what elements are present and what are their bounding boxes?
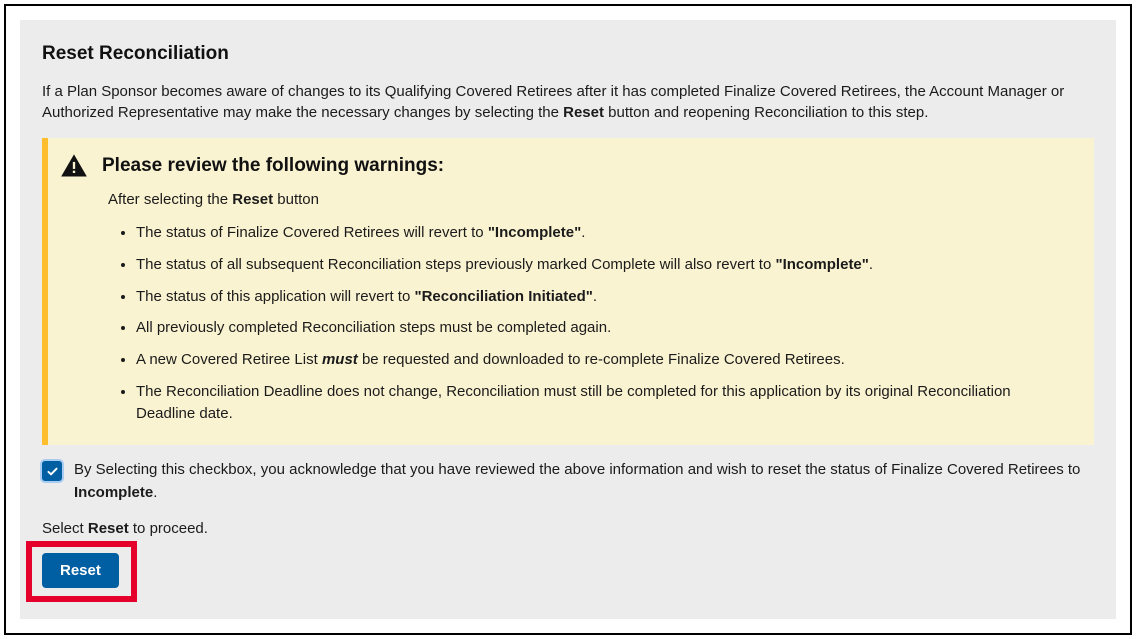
intro-post: button and reopening Reconciliation to t… <box>604 104 928 121</box>
b2-pre: The status of all subsequent Reconciliat… <box>136 256 775 273</box>
acknowledge-label: By Selecting this checkbox, you acknowle… <box>74 459 1094 504</box>
warning-alert: Please review the following warnings: Af… <box>42 138 1094 445</box>
list-item: The Reconciliation Deadline does not cha… <box>136 376 1074 430</box>
b5-pre: A new Covered Retiree List <box>136 351 322 368</box>
b3-post: . <box>593 288 597 305</box>
proceed-pre: Select <box>42 520 88 537</box>
after-pre: After selecting the <box>108 191 232 208</box>
ack-pre: By Selecting this checkbox, you acknowle… <box>74 461 1080 478</box>
list-item: The status of all subsequent Reconciliat… <box>136 249 1074 281</box>
proceed-instruction: Select Reset to proceed. <box>42 518 1094 541</box>
reset-panel: Reset Reconciliation If a Plan Sponsor b… <box>20 20 1116 619</box>
intro-text: If a Plan Sponsor becomes aware of chang… <box>42 81 1094 125</box>
list-item: The status of Finalize Covered Retirees … <box>136 217 1074 249</box>
b1-bold: "Incomplete" <box>488 224 581 241</box>
b4: All previously completed Reconciliation … <box>136 319 611 336</box>
b1-post: . <box>581 224 585 241</box>
alert-after-text: After selecting the Reset button <box>108 189 1074 212</box>
b3-bold: "Reconciliation Initiated" <box>414 288 592 305</box>
section-heading: Reset Reconciliation <box>42 40 1094 69</box>
reset-button-wrap: Reset <box>42 553 119 588</box>
b3-pre: The status of this application will reve… <box>136 288 414 305</box>
list-item: All previously completed Reconciliation … <box>136 312 1074 344</box>
acknowledge-row: By Selecting this checkbox, you acknowle… <box>42 459 1094 504</box>
after-bold: Reset <box>232 191 273 208</box>
check-icon <box>46 465 59 478</box>
acknowledge-checkbox[interactable] <box>42 461 62 481</box>
alert-title: Please review the following warnings: <box>102 152 444 181</box>
b5-post: be requested and downloaded to re-comple… <box>358 351 845 368</box>
list-item: The status of this application will reve… <box>136 281 1074 313</box>
ack-bold: Incomplete <box>74 484 153 501</box>
b2-post: . <box>869 256 873 273</box>
alert-body: After selecting the Reset button The sta… <box>108 189 1074 430</box>
proceed-bold: Reset <box>88 520 129 537</box>
after-post: button <box>273 191 319 208</box>
b2-bold: "Incomplete" <box>775 256 868 273</box>
b5-em: must <box>322 351 358 368</box>
reset-button[interactable]: Reset <box>42 553 119 588</box>
proceed-post: to proceed. <box>129 520 208 537</box>
warning-triangle-icon <box>60 152 88 180</box>
warning-list: The status of Finalize Covered Retirees … <box>136 217 1074 429</box>
intro-bold: Reset <box>563 104 604 121</box>
ack-post: . <box>153 484 157 501</box>
alert-header: Please review the following warnings: <box>60 152 1074 181</box>
b1-pre: The status of Finalize Covered Retirees … <box>136 224 488 241</box>
b6: The Reconciliation Deadline does not cha… <box>136 383 1011 422</box>
page-frame: Reset Reconciliation If a Plan Sponsor b… <box>4 4 1132 635</box>
list-item: A new Covered Retiree List must be reque… <box>136 344 1074 376</box>
